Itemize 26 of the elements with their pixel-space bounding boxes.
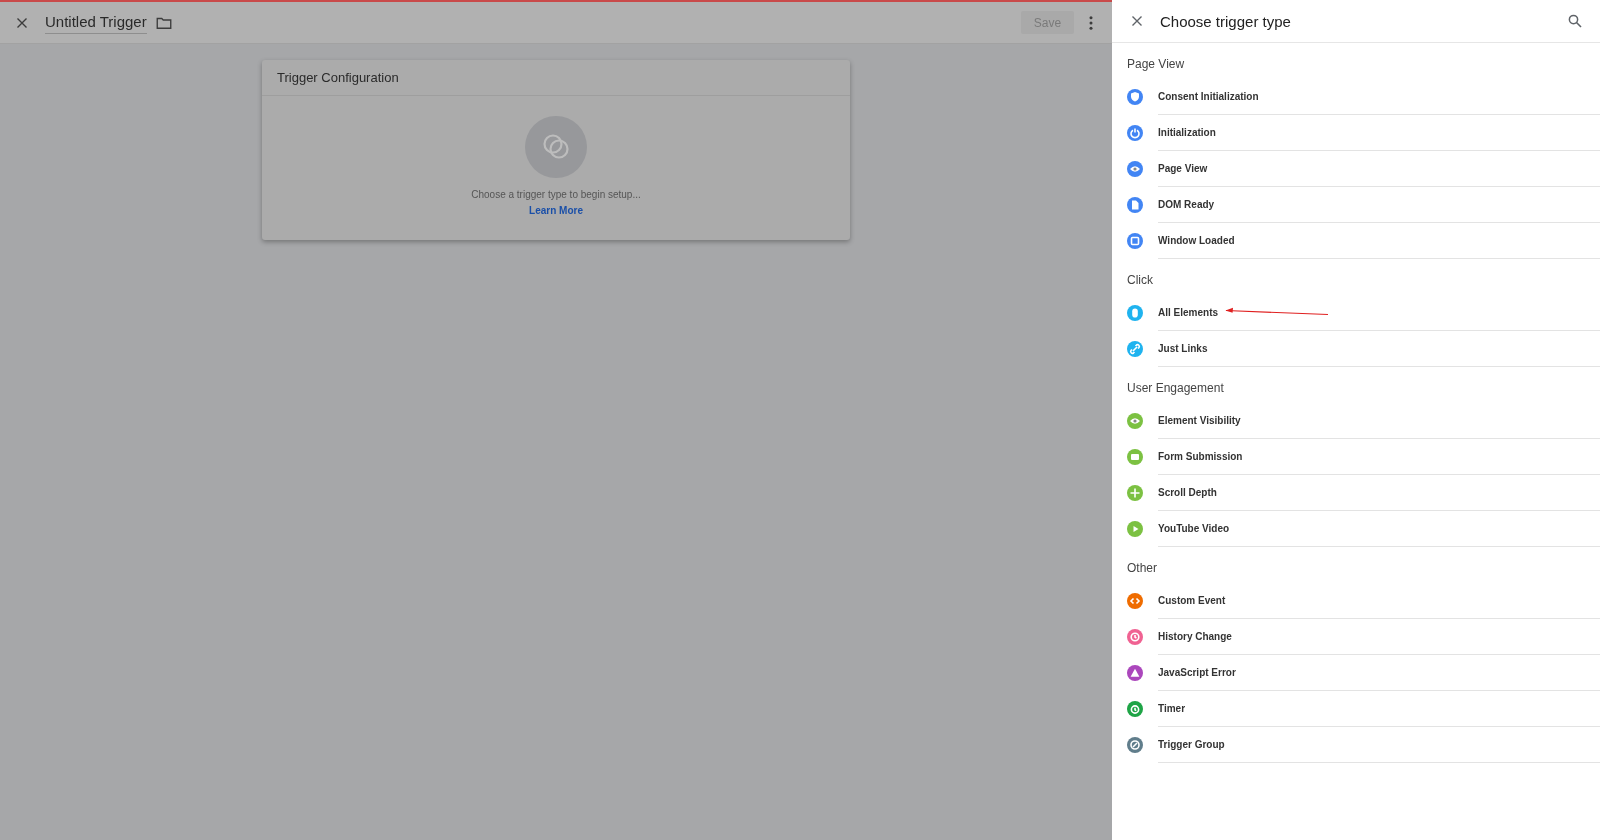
trigger-type-item[interactable]: Element Visibility [1112,403,1600,439]
section-heading: Page View [1127,57,1185,71]
panel-title: Choose trigger type [1160,12,1291,30]
trigger-type-item[interactable]: History Change [1112,619,1600,655]
search-icon[interactable] [1566,12,1584,30]
trigger-type-item[interactable]: Form Submission [1112,439,1600,475]
card-title: Trigger Configuration [277,70,399,85]
trigger-type-item[interactable]: All Elements [1112,295,1600,331]
setup-hint: Choose a trigger type to begin setup... [471,189,641,200]
section-heading: User Engagement [1127,381,1224,395]
trigger-type-item[interactable]: Custom Event [1112,583,1600,619]
trigger-type-item[interactable]: Consent Initialization [1112,79,1600,115]
trigger-type-item[interactable]: Initialization [1112,115,1600,151]
trigger-type-item[interactable]: Trigger Group [1112,727,1600,763]
trigger-type-item[interactable]: Timer [1112,691,1600,727]
trigger-type-item[interactable]: YouTube Video [1112,511,1600,547]
trigger-type-item[interactable]: Scroll Depth [1112,475,1600,511]
more-icon[interactable] [1088,14,1094,31]
section-heading: Other [1127,561,1157,575]
trigger-type-item[interactable]: Window Loaded [1112,223,1600,259]
trigger-name-field[interactable]: Untitled Trigger [45,11,147,34]
trigger-type-item[interactable]: JavaScript Error [1112,655,1600,691]
section-heading: Click [1127,273,1153,287]
trigger-type-item[interactable]: Just Links [1112,331,1600,367]
trigger-type-item[interactable]: DOM Ready [1112,187,1600,223]
trigger-type-item[interactable]: Page View [1112,151,1600,187]
